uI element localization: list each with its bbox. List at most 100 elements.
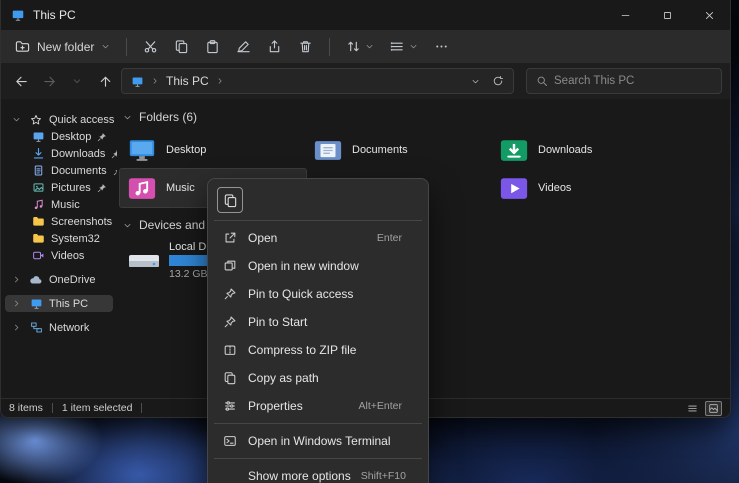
toolbar-divider: [329, 38, 330, 56]
context-menu-item-pin-to-quick-access[interactable]: Pin to Quick access: [212, 280, 424, 308]
menu-separator: [214, 458, 422, 459]
menu-item-label: Compress to ZIP file: [248, 343, 356, 357]
more-options-button[interactable]: [434, 39, 449, 54]
folder-tile-label: Downloads: [538, 144, 592, 156]
context-menu-item-show-more-options[interactable]: Show more options Shift+F10: [212, 462, 424, 483]
address-bar[interactable]: This PC: [121, 68, 514, 94]
sidebar-item-documents[interactable]: Documents: [5, 162, 113, 179]
pictures-icon: [31, 181, 45, 194]
copy-icon: [223, 193, 238, 208]
rename-icon: [236, 39, 251, 54]
sidebar-item-music[interactable]: Music: [5, 196, 113, 213]
copy-button[interactable]: [217, 187, 243, 213]
sidebar-item-label: Downloads: [51, 148, 105, 160]
onedrive-cloud-icon: [29, 273, 43, 287]
ellipsis-icon: [434, 39, 449, 54]
context-menu-item-open-in-new-window[interactable]: Open in new window: [212, 252, 424, 280]
window-title: This PC: [33, 8, 76, 22]
caption-buttons: [604, 0, 730, 30]
breadcrumb-location[interactable]: This PC: [166, 74, 209, 88]
new-folder-label: New folder: [37, 40, 94, 54]
large-icons-view-button[interactable]: [705, 401, 722, 416]
up-button[interactable]: [93, 68, 117, 94]
delete-button[interactable]: [298, 39, 313, 54]
address-dropdown-icon[interactable]: [471, 77, 480, 86]
menu-item-label: Open: [248, 231, 277, 245]
maximize-button[interactable]: [646, 0, 688, 30]
search-input[interactable]: [554, 75, 712, 87]
network-icon: [29, 321, 43, 334]
folders-section-header[interactable]: Folders (6): [120, 107, 730, 127]
breadcrumb-chevron-icon: [216, 77, 224, 85]
back-button[interactable]: [9, 68, 33, 94]
share-button[interactable]: [267, 39, 282, 54]
documents-folder-icon: [313, 138, 343, 163]
sidebar-item-videos[interactable]: Videos: [5, 247, 113, 264]
context-menu-item-open-in-windows-terminal[interactable]: Open in Windows Terminal: [212, 427, 424, 455]
sidebar-item-label: OneDrive: [49, 274, 95, 286]
sidebar-item-this-pc[interactable]: This PC: [5, 295, 113, 312]
pin-icon: [222, 287, 238, 301]
copy-button[interactable]: [174, 39, 189, 54]
folder-tile-documents[interactable]: Documents: [306, 131, 492, 169]
search-box[interactable]: [526, 68, 722, 94]
refresh-icon[interactable]: [492, 75, 504, 87]
selection-count: 1 item selected: [62, 402, 133, 414]
new-folder-button[interactable]: New folder: [15, 39, 110, 54]
this-pc-window-icon: [11, 8, 25, 22]
downloads-icon: [31, 147, 45, 160]
sidebar-item-label: Videos: [51, 250, 84, 262]
hard-drive-icon: [127, 248, 161, 274]
sidebar-item-pictures[interactable]: Pictures: [5, 179, 113, 196]
paste-button[interactable]: [205, 39, 220, 54]
sidebar-item-network[interactable]: Network: [5, 319, 113, 336]
address-bar-actions: [471, 75, 504, 87]
music-note-icon: [31, 198, 45, 211]
recent-locations-button[interactable]: [65, 68, 89, 94]
this-pc-icon: [29, 297, 43, 310]
folder-icon: [31, 215, 45, 228]
cut-button[interactable]: [143, 39, 158, 54]
location-icon: [131, 75, 144, 88]
copy-path-icon: [222, 371, 238, 385]
menu-item-label: Open in Windows Terminal: [248, 434, 391, 448]
details-view-button[interactable]: [684, 401, 701, 416]
sidebar-item-label: This PC: [49, 298, 88, 310]
sidebar-item-onedrive[interactable]: OneDrive: [5, 271, 113, 288]
minimize-button[interactable]: [604, 0, 646, 30]
context-menu-item-properties[interactable]: Properties Alt+Enter: [212, 392, 424, 420]
chevron-right-icon: [12, 323, 23, 332]
sidebar-item-quick-access[interactable]: Quick access: [5, 111, 113, 128]
section-header-label: Folders (6): [139, 110, 197, 124]
sidebar-item-system32[interactable]: System32: [5, 230, 113, 247]
menu-item-shortcut: Enter: [377, 232, 414, 244]
quick-access-star-icon: [29, 114, 43, 126]
new-folder-icon: [15, 39, 30, 54]
folder-tile-desktop[interactable]: Desktop: [120, 131, 306, 169]
sort-button[interactable]: [346, 39, 374, 54]
status-divider: [52, 403, 53, 413]
context-menu-item-copy-as-path[interactable]: Copy as path: [212, 364, 424, 392]
sidebar-item-screenshots[interactable]: Screenshots: [5, 213, 113, 230]
rename-button[interactable]: [236, 39, 251, 54]
context-menu-item-compress-to-zip[interactable]: Compress to ZIP file: [212, 336, 424, 364]
folder-tile-label: Music: [166, 182, 195, 194]
context-menu-item-open[interactable]: Open Enter: [212, 224, 424, 252]
close-button[interactable]: [688, 0, 730, 30]
status-divider: [141, 403, 142, 413]
navigation-pane: Quick access Desktop Downloads Documents…: [1, 99, 117, 398]
folder-tile-downloads[interactable]: Downloads: [492, 131, 678, 169]
sidebar-item-downloads[interactable]: Downloads: [5, 145, 113, 162]
forward-button[interactable]: [37, 68, 61, 94]
sidebar-item-label: Quick access: [49, 114, 114, 126]
folder-tile-videos[interactable]: Videos: [492, 169, 678, 207]
context-menu-icon-row: [212, 183, 424, 217]
chevron-right-icon: [12, 299, 23, 308]
zip-icon: [222, 343, 238, 357]
breadcrumb-chevron-icon: [151, 77, 159, 85]
context-menu-item-pin-to-start[interactable]: Pin to Start: [212, 308, 424, 336]
sidebar-item-desktop[interactable]: Desktop: [5, 128, 113, 145]
view-button[interactable]: [390, 39, 418, 54]
folder-icon: [31, 232, 45, 245]
pin-icon: [97, 132, 107, 142]
